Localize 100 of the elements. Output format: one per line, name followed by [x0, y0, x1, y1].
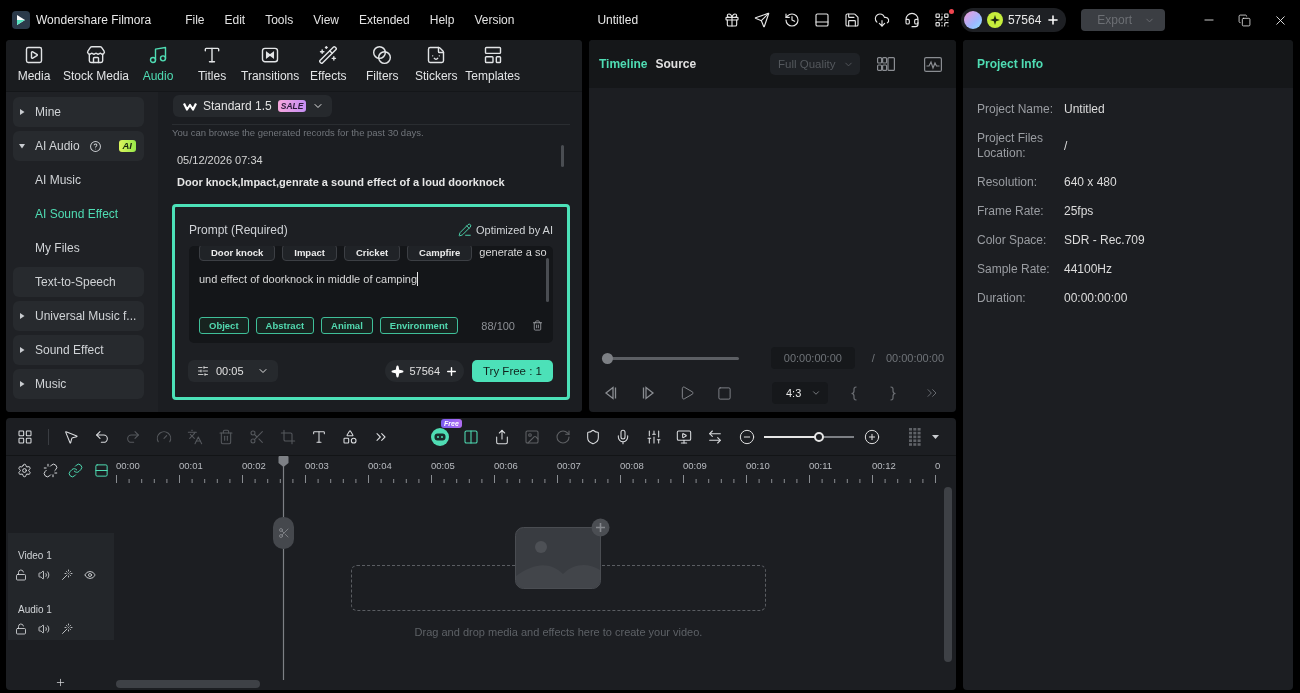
media-tab[interactable]: Stock Media — [62, 40, 131, 91]
media-tab[interactable]: Titles — [186, 40, 239, 91]
caret-right-icon[interactable] — [19, 347, 25, 353]
menu-item[interactable]: Tools — [255, 9, 304, 31]
grid-layout-icon[interactable] — [877, 57, 895, 71]
current-time-field[interactable]: 00:00:00:00 — [770, 347, 855, 369]
media-tab[interactable]: Effects — [302, 40, 355, 91]
media-tab[interactable]: Templates — [464, 40, 521, 91]
menu-item[interactable]: View — [303, 9, 349, 31]
shapes-icon[interactable] — [342, 428, 358, 445]
play-icon[interactable] — [679, 385, 695, 401]
preview-tab[interactable]: Source — [655, 57, 697, 71]
caret-down-icon[interactable] — [931, 434, 939, 439]
prompt-tag[interactable]: Door knock — [199, 246, 276, 261]
prompt-tag[interactable]: Campfire — [407, 246, 473, 261]
progress-thumb[interactable] — [602, 352, 613, 364]
scrollbar-thumb[interactable] — [546, 258, 549, 302]
lock-icon[interactable] — [15, 569, 27, 581]
model-dropdown[interactable]: Standard 1.5 SALE — [173, 95, 333, 117]
menu-item[interactable]: Extended — [349, 9, 420, 31]
menu-item[interactable]: Edit — [214, 9, 256, 31]
menu-item[interactable]: Help — [419, 9, 465, 31]
prompt-tag[interactable]: Cricket — [343, 246, 401, 261]
magic-wand-icon[interactable] — [61, 569, 73, 581]
caret-right-icon[interactable] — [19, 109, 25, 115]
vertical-scrollbar[interactable] — [944, 487, 952, 662]
left-brace-icon[interactable] — [850, 385, 858, 401]
caret-right-icon[interactable] — [19, 313, 25, 319]
menu-item[interactable]: File — [175, 9, 215, 31]
link-icon[interactable] — [68, 462, 83, 478]
right-brace-icon[interactable] — [889, 385, 897, 401]
preview-tab[interactable]: Timeline — [599, 57, 648, 71]
category-chip[interactable]: Abstract — [255, 317, 315, 334]
media-tab[interactable]: Stickers — [410, 40, 463, 91]
prompt-input-field[interactable]: Door knock Impact Cricket Campfire generate a so und effect of doorknock in middle of camping Object Abstract Animal Environment 88/100 — [189, 246, 553, 343]
panel-bottom-icon[interactable] — [813, 12, 830, 28]
paper-plane-icon[interactable] — [753, 12, 770, 28]
caret-right-icon[interactable] — [19, 381, 25, 387]
caret-down-icon[interactable] — [19, 143, 25, 149]
pointer-icon[interactable] — [63, 428, 79, 445]
split-columns-icon[interactable] — [463, 428, 480, 445]
magic-wand-icon[interactable] — [61, 623, 73, 635]
prompt-tag[interactable]: Impact — [282, 246, 337, 261]
sidebar-item[interactable]: Universal Music f... — [13, 301, 144, 331]
try-free-button[interactable]: Try Free : 1 — [472, 360, 553, 382]
sidebar-subitem[interactable]: My Files — [13, 233, 144, 263]
zoom-in-icon[interactable] — [863, 428, 880, 445]
media-tab[interactable]: Audio — [132, 40, 185, 91]
lock-icon[interactable] — [15, 623, 27, 635]
media-tab[interactable]: Transitions — [240, 40, 301, 91]
eye-icon[interactable] — [84, 569, 96, 581]
monitor-play-icon[interactable] — [676, 428, 693, 445]
trash-icon[interactable] — [532, 320, 543, 331]
text-t-icon[interactable] — [311, 428, 327, 445]
media-tab[interactable]: Filters — [356, 40, 409, 91]
share-icon[interactable] — [493, 428, 510, 445]
category-chip[interactable]: Environment — [379, 317, 458, 334]
headset-icon[interactable] — [903, 12, 920, 28]
plus-icon[interactable] — [1046, 13, 1061, 27]
category-chip[interactable]: Object — [199, 317, 249, 334]
stop-icon[interactable] — [717, 385, 732, 401]
sidebar-item[interactable]: AI Audio AI — [13, 131, 144, 161]
help-icon[interactable] — [89, 140, 101, 152]
qr-code-icon[interactable] — [933, 12, 950, 28]
gift-icon[interactable] — [723, 12, 740, 28]
restore-icon[interactable] — [1238, 13, 1251, 27]
robot-icon[interactable] — [431, 427, 449, 446]
duration-dropdown[interactable]: 00:05 — [188, 360, 278, 382]
horizontal-scrollbar[interactable] — [116, 680, 260, 688]
sidebar-item[interactable]: Text-to-Speech — [13, 267, 144, 297]
speaker-icon[interactable] — [38, 569, 50, 581]
undo-icon[interactable] — [94, 428, 110, 445]
sidebar-subitem[interactable]: AI Sound Effect — [13, 199, 144, 229]
media-tab[interactable]: Media — [8, 40, 60, 91]
plus-icon[interactable] — [445, 364, 458, 378]
waveform-frame-icon[interactable] — [924, 56, 942, 72]
sidebar-item[interactable]: Mine — [13, 97, 144, 127]
menu-item[interactable]: Version — [464, 9, 525, 31]
sidebar-item[interactable]: Music — [13, 369, 144, 399]
settings-icon[interactable] — [17, 462, 32, 478]
sidebar-item[interactable]: Sound Effect — [13, 335, 144, 365]
unlink-icon[interactable] — [42, 462, 58, 478]
shield-icon[interactable] — [584, 428, 601, 445]
save-icon[interactable] — [843, 12, 860, 28]
sidebar-subitem[interactable]: AI Music — [13, 165, 144, 195]
zoom-out-icon[interactable] — [738, 428, 755, 445]
scrollbar-thumb[interactable] — [561, 145, 564, 167]
zoom-slider-thumb[interactable] — [814, 431, 825, 442]
plus-icon[interactable] — [54, 677, 66, 688]
speaker-icon[interactable] — [38, 623, 50, 635]
category-chip[interactable]: Animal — [321, 317, 373, 334]
dots-grid-icon[interactable] — [908, 427, 921, 446]
grid-icon[interactable] — [17, 428, 33, 445]
rows-icon[interactable] — [93, 462, 109, 478]
aspect-ratio-dropdown[interactable]: 4:3 — [772, 382, 828, 404]
mixer-sliders-icon[interactable] — [645, 428, 662, 445]
avatar-icon[interactable] — [963, 11, 982, 29]
arrows-horizontal-icon[interactable] — [706, 428, 723, 445]
playhead-handle[interactable] — [273, 517, 294, 549]
history-icon[interactable] — [783, 12, 800, 28]
